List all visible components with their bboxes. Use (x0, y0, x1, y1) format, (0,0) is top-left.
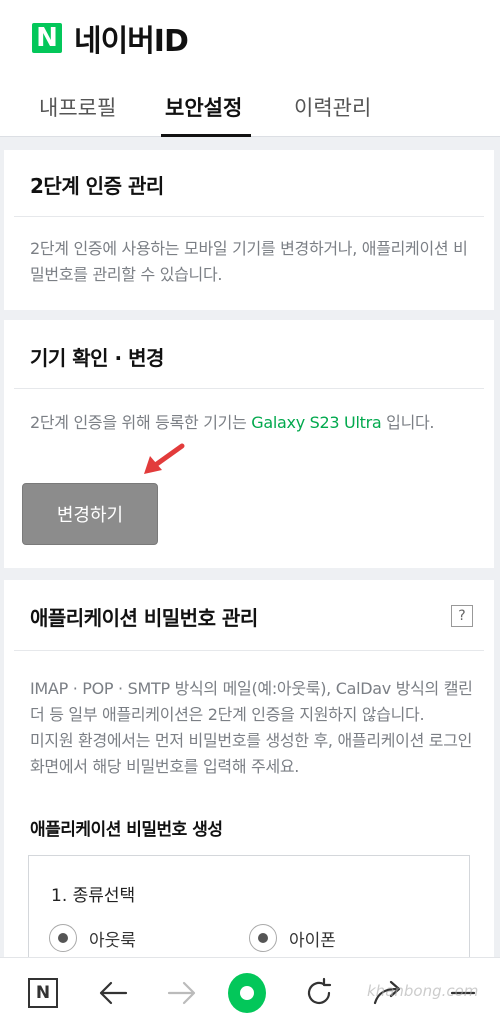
device-desc-before: 2단계 인증을 위해 등록한 기기는 (30, 413, 252, 432)
radio-label: 아이폰 (289, 930, 336, 951)
help-icon[interactable]: ? (451, 605, 473, 627)
naver-n-icon[interactable]: N (24, 974, 62, 1012)
refresh-svg (307, 977, 332, 1005)
tab-bar: 내프로필 보안설정 이력관리 (0, 80, 500, 137)
app-password-title: 애플리케이션 비밀번호 관리 (30, 606, 258, 630)
header: N 네이버ID 내프로필 보안설정 이력관리 (0, 0, 500, 137)
radio-label: 아웃룩 (89, 930, 136, 951)
divider (14, 388, 484, 389)
back-arrow-icon[interactable] (94, 974, 132, 1012)
radio-circle[interactable] (49, 924, 77, 952)
naver-logo-icon[interactable]: N (32, 23, 62, 53)
tab-security[interactable]: 보안설정 (165, 92, 242, 122)
watermark: khanbong.com (367, 982, 479, 1000)
naver-n-label: N (28, 978, 58, 1008)
two-step-card: 2단계 인증 관리 2단계 인증에 사용하는 모바일 기기를 변경하거나, 애플… (4, 150, 494, 310)
radio-circle[interactable] (249, 924, 277, 952)
tab-profile[interactable]: 내프로필 (39, 92, 116, 122)
red-arrow-icon (144, 443, 185, 474)
forward-arrow-svg (167, 981, 196, 1005)
app-password-desc-1: IMAP · POP · SMTP 방식의 메일(예:아웃룩), CalDav … (30, 679, 473, 724)
tab-history[interactable]: 이력관리 (294, 92, 371, 122)
radio-dot (58, 933, 68, 943)
two-step-description: 2단계 인증에 사용하는 모바일 기기를 변경하거나, 애플리케이션 비밀번호를… (30, 239, 468, 284)
generate-title: 애플리케이션 비밀번호 생성 (30, 820, 223, 840)
refresh-icon[interactable] (300, 974, 338, 1012)
type-select-box: 1. 종류선택 아웃룩 아이폰 (28, 855, 470, 965)
logo-row: N 네이버ID (32, 20, 189, 59)
app-password-desc-2: 미지원 환경에서는 먼저 비밀번호를 생성한 후, 애플리케이션 로그인 화면에… (30, 731, 473, 776)
home-icon[interactable] (228, 973, 266, 1013)
active-tab-indicator (161, 134, 251, 137)
device-desc-after: 입니다. (381, 413, 435, 432)
device-description: 2단계 인증을 위해 등록한 기기는 Galaxy S23 Ultra 입니다. (30, 410, 470, 436)
home-inner (240, 986, 254, 1000)
device-title: 기기 확인 · 변경 (30, 346, 164, 370)
page-title: 네이버ID (74, 24, 189, 59)
device-name: Galaxy S23 Ultra (251, 413, 382, 432)
divider (14, 216, 484, 217)
radio-iphone[interactable]: 아이폰 (249, 924, 336, 952)
two-step-title: 2단계 인증 관리 (30, 174, 164, 198)
app-password-description: IMAP · POP · SMTP 방식의 메일(예:아웃룩), CalDav … (30, 676, 476, 780)
forward-arrow-icon[interactable] (163, 974, 201, 1012)
step-label: 1. 종류선택 (51, 886, 136, 906)
back-arrow-svg (99, 981, 128, 1005)
radio-outlook[interactable]: 아웃룩 (49, 924, 136, 952)
divider (14, 650, 484, 651)
change-device-button[interactable]: 변경하기 (22, 483, 158, 545)
home-circle (228, 973, 266, 1013)
radio-dot (258, 933, 268, 943)
